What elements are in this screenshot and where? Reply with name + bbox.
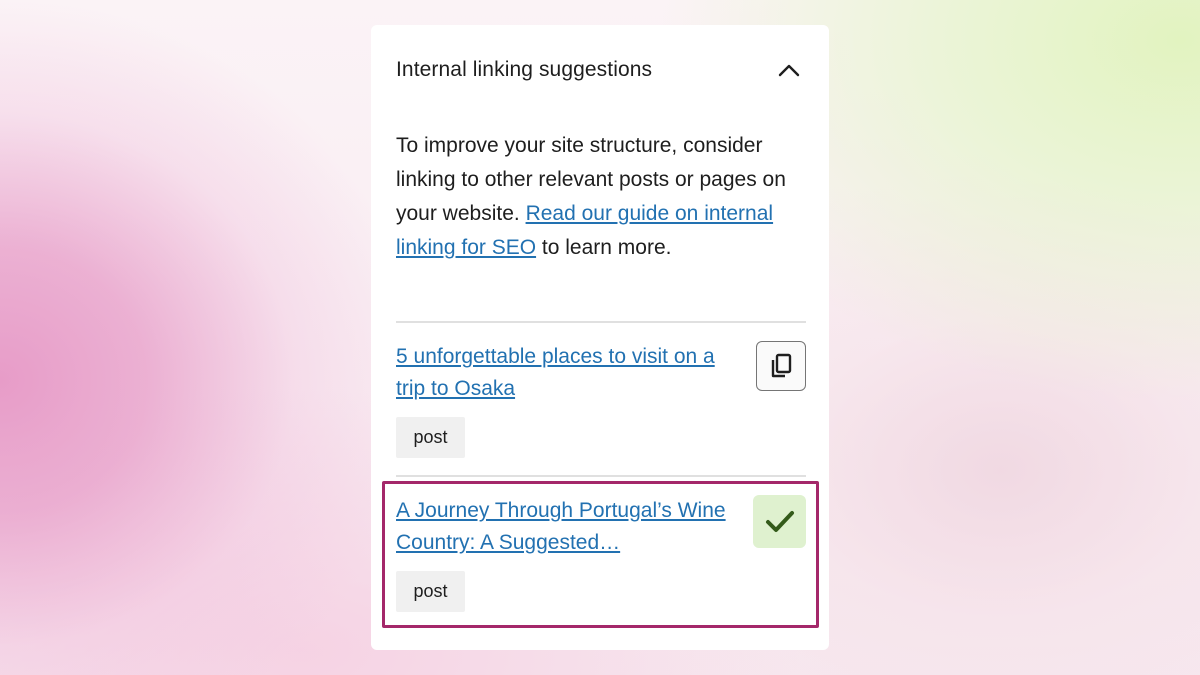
linked-status-button[interactable] <box>753 495 806 548</box>
description-suffix: to learn more. <box>536 236 672 259</box>
suggestion-item: A Journey Through Portugal’s Wine Countr… <box>396 495 806 615</box>
chevron-up-icon <box>778 64 800 77</box>
panel-title: Internal linking suggestions <box>396 58 653 81</box>
suggestion-link[interactable]: A Journey Through Portugal’s Wine Countr… <box>396 495 746 559</box>
panel-header[interactable]: Internal linking suggestions <box>396 55 804 85</box>
panel-description: To improve your site structure, consider… <box>396 129 808 265</box>
copy-link-button[interactable] <box>756 341 806 391</box>
post-type-badge: post <box>396 417 465 458</box>
internal-linking-panel: Internal linking suggestions To improve … <box>371 25 829 650</box>
divider <box>396 321 806 323</box>
divider <box>396 475 806 477</box>
copy-icon <box>771 353 792 378</box>
post-type-badge: post <box>396 571 465 612</box>
checkmark-icon <box>765 510 794 532</box>
suggestion-link[interactable]: 5 unforgettable places to visit on a tri… <box>396 341 746 405</box>
collapse-button[interactable] <box>774 55 804 85</box>
suggestion-item: 5 unforgettable places to visit on a tri… <box>396 341 806 461</box>
